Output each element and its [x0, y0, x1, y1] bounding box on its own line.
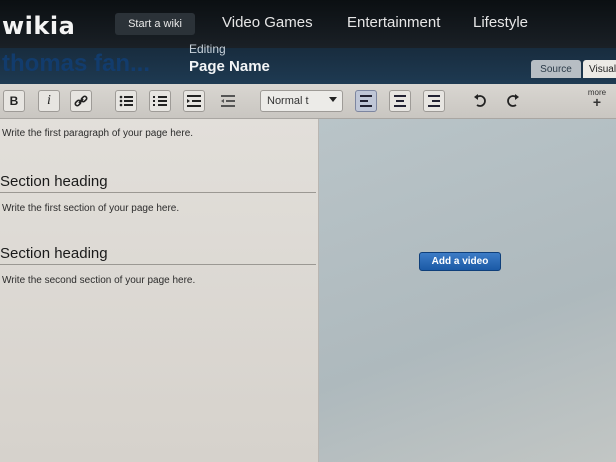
bullet-list-icon: [119, 95, 133, 107]
numbered-list-icon: [153, 96, 167, 106]
indent-button[interactable]: [183, 90, 205, 112]
wikia-logo[interactable]: wikia: [2, 12, 75, 40]
link-icon: [74, 95, 88, 107]
outdent-button[interactable]: [217, 90, 239, 112]
plus-icon: +: [592, 94, 602, 110]
indent-icon: [187, 95, 201, 107]
redo-button[interactable]: [502, 90, 524, 112]
tab-visual[interactable]: Visual: [583, 60, 616, 78]
chevron-down-icon: [329, 97, 337, 102]
video-placeholder-panel: Add a video: [318, 119, 616, 462]
section-body[interactable]: Write the second section of your page he…: [2, 275, 195, 286]
tab-source[interactable]: Source: [531, 60, 581, 78]
wiki-header: thomas fan... Editing Page Name Source V…: [0, 42, 616, 84]
outdent-icon: [221, 95, 235, 107]
global-nav: wikia Start a wiki Video Games Entertain…: [0, 0, 616, 48]
nav-link-video-games[interactable]: Video Games: [222, 14, 313, 31]
section-heading[interactable]: Section heading: [0, 245, 316, 265]
start-wiki-button[interactable]: Start a wiki: [115, 13, 195, 35]
align-right-button[interactable]: [423, 90, 445, 112]
link-button[interactable]: [70, 90, 92, 112]
bullet-list-button[interactable]: [115, 90, 137, 112]
align-left-icon: [360, 95, 372, 107]
add-video-button[interactable]: Add a video: [419, 252, 501, 271]
nav-link-lifestyle[interactable]: Lifestyle: [473, 14, 528, 31]
redo-icon: [507, 94, 519, 107]
align-left-button[interactable]: [355, 90, 377, 112]
undo-button[interactable]: [469, 90, 491, 112]
page-title: Page Name: [189, 58, 270, 75]
section-body[interactable]: Write the first section of your page her…: [2, 203, 179, 214]
paragraph-format-select[interactable]: Normal t: [260, 90, 343, 112]
align-center-button[interactable]: [389, 90, 411, 112]
more-button[interactable]: more +: [585, 88, 609, 110]
intro-paragraph[interactable]: Write the first paragraph of your page h…: [2, 128, 193, 139]
editor-toolbar: B i Normal t more +: [0, 84, 616, 119]
align-right-icon: [428, 95, 440, 107]
editing-label: Editing: [189, 42, 226, 56]
italic-button[interactable]: i: [38, 90, 60, 112]
bold-button[interactable]: B: [3, 90, 25, 112]
numbered-list-button[interactable]: [149, 90, 171, 112]
nav-link-entertainment[interactable]: Entertainment: [347, 14, 440, 31]
align-center-icon: [394, 95, 406, 107]
wiki-name[interactable]: thomas fan...: [2, 50, 150, 78]
format-select-value: Normal t: [267, 95, 309, 107]
section-heading[interactable]: Section heading: [0, 173, 316, 193]
undo-icon: [474, 94, 486, 107]
editor-content[interactable]: Write the first paragraph of your page h…: [0, 119, 318, 462]
